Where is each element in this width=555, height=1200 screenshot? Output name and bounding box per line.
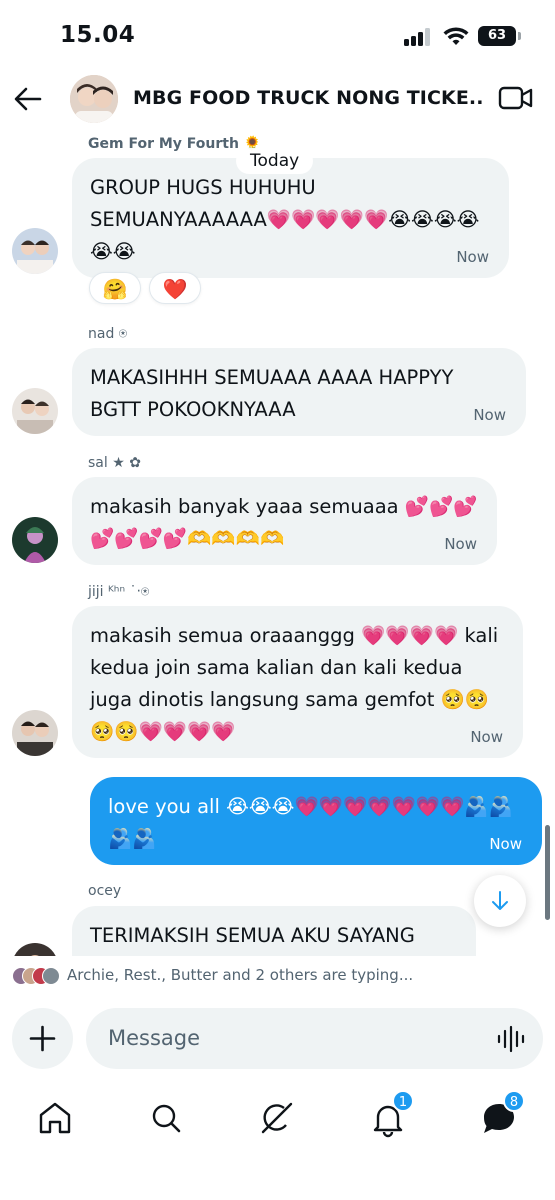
- message-bubble[interactable]: makasih banyak yaaa semuaaa 💕💕💕💕💕💕💕🫶🫶🫶🫶 …: [72, 477, 497, 565]
- typing-text: Archie, Rest., Butter and 2 others are t…: [67, 966, 414, 984]
- message-time: Now: [456, 248, 489, 266]
- status-bar: 15.04 63: [0, 0, 555, 70]
- home-icon: [39, 1102, 71, 1134]
- typing-avatars: [12, 967, 62, 985]
- group-avatar[interactable]: [70, 75, 118, 123]
- message-text: MAKASIHHH SEMUAAA AAAA HAPPYY BGTT POKOO…: [90, 366, 454, 421]
- message-time: Now: [444, 535, 477, 553]
- avatar[interactable]: [12, 388, 58, 434]
- bottom-navigation: 1 8: [0, 1088, 555, 1148]
- grok-icon: [261, 1102, 293, 1134]
- typing-indicator: Archie, Rest., Butter and 2 others are t…: [0, 962, 555, 990]
- arrow-down-icon: [492, 891, 508, 910]
- battery-tip: [518, 32, 521, 40]
- message-text: love you all 😭😭😭💗💗💗💗💗💗💗🫂🫂🫂🫂: [108, 795, 513, 850]
- avatar[interactable]: [12, 710, 58, 756]
- message-sender: jiji ᴷʰⁿ ˙‧⍟: [88, 584, 150, 600]
- nav-grok[interactable]: [255, 1096, 299, 1140]
- avatar[interactable]: [12, 943, 58, 956]
- nav-messages[interactable]: 8: [477, 1090, 525, 1140]
- message-bubble[interactable]: GROUP HUGS HUHUHU SEMUANYAAAAAA💗💗💗💗💗😭😭😭😭…: [72, 158, 509, 278]
- nav-notifications[interactable]: 1: [366, 1090, 414, 1140]
- message-placeholder: Message: [108, 1026, 201, 1050]
- date-separator: Today: [236, 148, 314, 174]
- video-call-icon[interactable]: [498, 85, 534, 111]
- message-bubble[interactable]: makasih semua oraaanggg 💗💗💗💗 kali kedua …: [72, 606, 523, 758]
- conversation-title[interactable]: MBG FOOD TRUCK NONG TICKE...: [133, 87, 483, 109]
- message-sender: sal ★ ✿: [88, 455, 141, 471]
- message-time: Now: [489, 835, 522, 853]
- wifi-icon: [443, 27, 469, 45]
- messages-badge: 8: [503, 1090, 525, 1112]
- nav-search[interactable]: [144, 1096, 188, 1140]
- search-icon: [152, 1104, 181, 1133]
- notifications-badge: 1: [392, 1090, 414, 1112]
- add-attachment-button[interactable]: [12, 1008, 73, 1069]
- back-arrow-icon[interactable]: [12, 84, 44, 114]
- voice-message-icon[interactable]: [496, 1024, 526, 1054]
- message-text: makasih banyak yaaa semuaaa 💕💕💕💕💕💕💕🫶🫶🫶🫶: [90, 495, 478, 550]
- avatar[interactable]: [12, 228, 58, 274]
- scrollbar[interactable]: [545, 825, 550, 920]
- battery-level: 63: [478, 26, 516, 46]
- message-list[interactable]: Gem For My Fourth 🌻 GROUP HUGS HUHUHU SE…: [0, 128, 555, 956]
- message-bubble[interactable]: TERIMAKSIH SEMUA AKU SAYANG: [72, 906, 476, 956]
- reaction-hug[interactable]: 🤗: [89, 272, 141, 304]
- reaction-heart[interactable]: ❤️: [149, 272, 201, 304]
- message-time: Now: [470, 728, 503, 746]
- message-sender: Gem For My Fourth 🌻: [88, 136, 262, 152]
- message-sender: nad ⍟: [88, 326, 128, 342]
- cellular-signal-icon: [404, 28, 434, 46]
- message-bubble[interactable]: MAKASIHHH SEMUAAA AAAA HAPPYY BGTT POKOO…: [72, 348, 526, 436]
- avatar[interactable]: [12, 517, 58, 563]
- plus-icon: [29, 1025, 56, 1052]
- nav-home[interactable]: [33, 1096, 77, 1140]
- conversation-header: MBG FOOD TRUCK NONG TICKE...: [0, 70, 555, 128]
- message-text: GROUP HUGS HUHUHU SEMUANYAAAAAA💗💗💗💗💗😭😭😭😭…: [90, 176, 480, 263]
- status-time: 15.04: [60, 22, 136, 48]
- my-message-bubble[interactable]: love you all 😭😭😭💗💗💗💗💗💗💗🫂🫂🫂🫂 Now: [90, 777, 542, 865]
- scroll-to-bottom-button[interactable]: [474, 875, 526, 927]
- message-sender: ocey: [88, 883, 122, 899]
- message-time: Now: [473, 406, 506, 424]
- message-text: makasih semua oraaanggg 💗💗💗💗 kali kedua …: [90, 624, 499, 743]
- message-text: TERIMAKSIH SEMUA AKU SAYANG: [90, 924, 415, 947]
